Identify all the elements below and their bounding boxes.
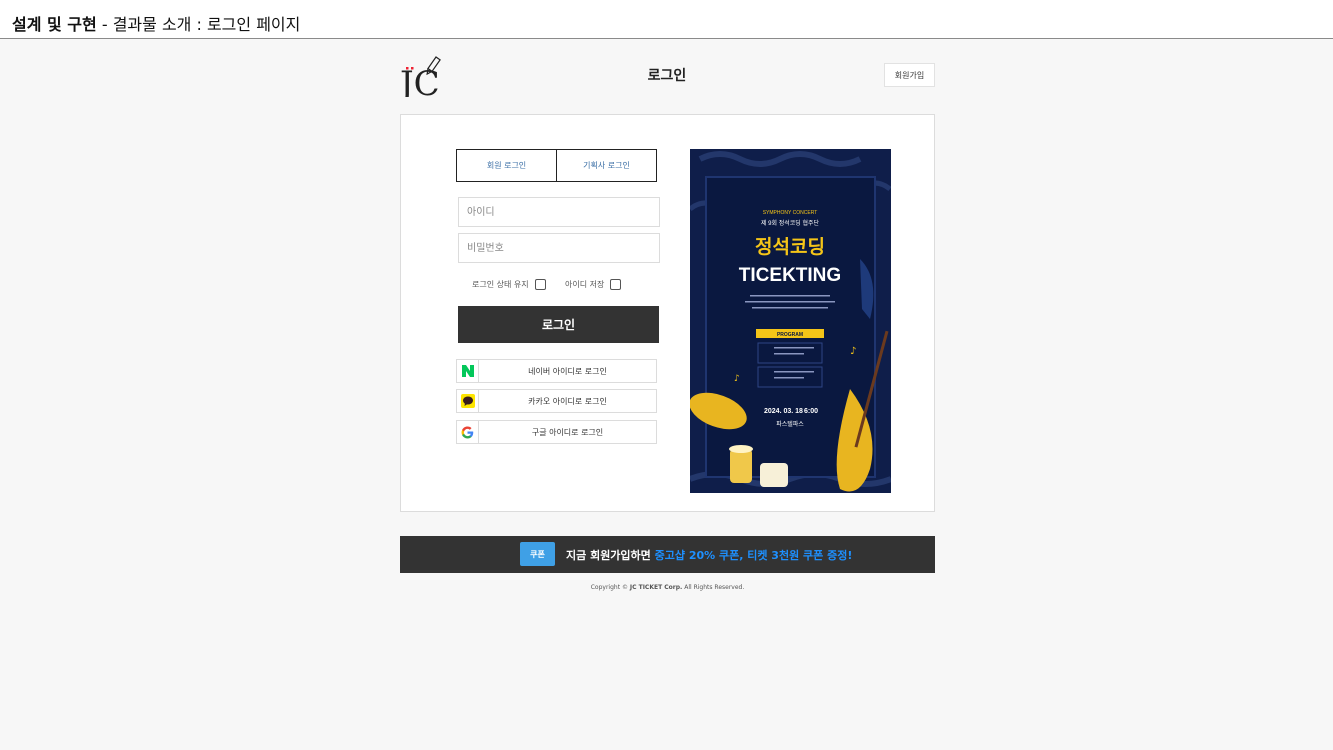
tab-agency-login[interactable]: 기획사 로그인: [556, 149, 657, 182]
poster-subtitle: SYMPHONY CONCERT: [763, 210, 818, 216]
page-title: 로그인: [647, 68, 687, 84]
coupon-badge: 쿠폰: [520, 542, 555, 566]
login-card: 회원 로그인 기획사 로그인 로그인 상태 유지 아이디 저장 로그인 네이버 …: [400, 114, 935, 512]
svg-text:♪: ♪: [734, 374, 740, 384]
coupon-banner[interactable]: 쿠폰 지금 회원가입하면 중고샵 20% 쿠폰, 티켓 3천원 쿠폰 증정!: [400, 536, 935, 573]
google-login-label: 구글 아이디로 로그인: [531, 427, 604, 437]
google-login-button[interactable]: 구글 아이디로 로그인: [456, 420, 657, 444]
copyright-suffix: All Rights Reserved.: [682, 584, 745, 591]
save-id-label: 아이디 저장: [565, 279, 605, 289]
svg-text:♪: ♪: [850, 346, 856, 357]
jc-logo[interactable]: JC: [397, 53, 454, 104]
banner-text: 지금 회원가입하면 중고샵 20% 쿠폰, 티켓 3천원 쿠폰 증정!: [566, 547, 852, 563]
presentation-header: 설계 및 구현 - 결과물 소개 : 로그인 페이지: [0, 0, 1333, 39]
poster-date: 2024. 03. 18: [764, 408, 803, 415]
tab-member-login[interactable]: 회원 로그인: [456, 149, 557, 182]
poster-time: 6:00: [804, 408, 818, 415]
naver-login-button[interactable]: 네이버 아이디로 로그인: [456, 359, 657, 383]
signup-button[interactable]: 회원가입: [884, 63, 935, 87]
copyright-prefix: Copyright ©: [590, 584, 630, 591]
login-button[interactable]: 로그인: [458, 306, 659, 343]
banner-text-highlight: 중고샵 20% 쿠폰, 티켓 3천원 쿠폰 증정!: [654, 549, 853, 562]
poster-program-label: PROGRAM: [777, 332, 803, 338]
google-icon: [457, 421, 479, 443]
save-id-option: 아이디 저장: [565, 277, 622, 291]
presentation-title: 설계 및 구현 - 결과물 소개 : 로그인 페이지: [12, 11, 300, 35]
banner-text-white: 지금 회원가입하면: [566, 549, 655, 562]
kakao-login-button[interactable]: 카카오 아이디로 로그인: [456, 389, 657, 413]
naver-login-label: 네이버 아이디로 로그인: [528, 366, 607, 376]
title-rest: - 결과물 소개 : 로그인 페이지: [96, 15, 301, 34]
keep-login-checkbox[interactable]: [534, 278, 546, 290]
naver-icon: [457, 360, 479, 382]
concert-poster[interactable]: SYMPHONY CONCERT 제 9회 정석코딩 협주단 정석코딩 TICE…: [690, 149, 891, 493]
copyright-company: JC TICKET Corp.: [629, 584, 683, 591]
poster-title-ko: 정석코딩: [755, 236, 825, 258]
save-id-checkbox[interactable]: [610, 278, 622, 290]
poster-edition: 제 9회 정석코딩 협주단: [761, 219, 819, 227]
id-input[interactable]: [458, 197, 660, 227]
keep-login-option: 로그인 상태 유지: [472, 277, 546, 291]
title-bold: 설계 및 구현: [12, 15, 97, 34]
poster-venue: 파스텔파스: [776, 420, 804, 428]
kakao-icon: [457, 390, 479, 412]
poster-title-en: TICEKTING: [739, 265, 841, 286]
copyright: Copyright © JC TICKET Corp. All Rights R…: [400, 584, 935, 591]
kakao-login-label: 카카오 아이디로 로그인: [528, 396, 607, 406]
keep-login-label: 로그인 상태 유지: [472, 279, 529, 289]
password-input[interactable]: [458, 233, 660, 263]
